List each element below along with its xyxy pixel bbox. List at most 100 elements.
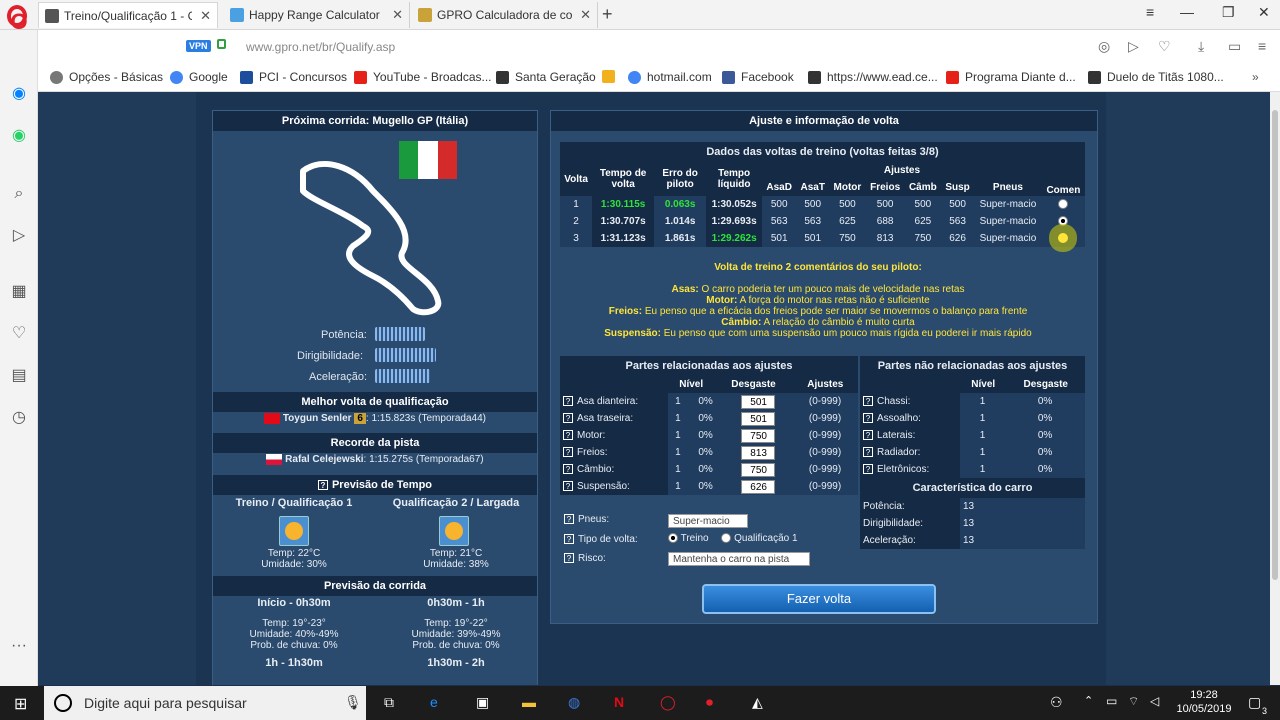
search-icon[interactable]: ⌕ bbox=[9, 184, 29, 204]
task-view-icon[interactable]: ⧉ bbox=[384, 694, 394, 711]
send-icon[interactable]: ▷ bbox=[1128, 38, 1139, 55]
help-icon[interactable]: ? bbox=[563, 481, 573, 491]
part-level: 1 bbox=[675, 481, 681, 492]
windows-start-icon[interactable]: ⊞ bbox=[14, 694, 27, 714]
netflix-icon[interactable]: N bbox=[614, 694, 624, 710]
bookmark-item[interactable]: Duelo de Titãs 1080... bbox=[1088, 70, 1224, 84]
lap-susp: 626 bbox=[949, 233, 966, 244]
bookmark-item[interactable]: Santa Geração bbox=[496, 70, 596, 84]
help-app-icon[interactable]: ◍ bbox=[568, 694, 580, 711]
window-close-icon[interactable]: ✕ bbox=[1258, 4, 1270, 21]
messenger-icon[interactable]: ◉ bbox=[9, 84, 29, 104]
part-setting-input[interactable]: 813 bbox=[740, 445, 775, 460]
record-icon[interactable]: ⏺ bbox=[706, 694, 713, 711]
more-icon[interactable]: ··· bbox=[9, 636, 29, 656]
bookmark-item[interactable]: hotmail.com bbox=[628, 70, 712, 84]
help-icon[interactable]: ? bbox=[564, 514, 574, 524]
bookmark-item[interactable] bbox=[602, 70, 621, 83]
help-icon[interactable]: ? bbox=[317, 480, 328, 490]
close-icon[interactable]: ✕ bbox=[200, 8, 211, 24]
edge-icon[interactable]: e bbox=[430, 694, 438, 710]
tab-title: GPRO Calculadora de confi bbox=[437, 8, 573, 22]
vpn-badge[interactable]: VPN bbox=[186, 40, 211, 52]
send-icon[interactable]: ▷ bbox=[9, 226, 29, 246]
tab-gpro-calc[interactable]: GPRO Calculadora de confi ✕ bbox=[412, 2, 598, 28]
close-icon[interactable]: ✕ bbox=[580, 7, 591, 23]
comment-radio[interactable] bbox=[1058, 199, 1069, 210]
battery-icon[interactable]: ▭ bbox=[1228, 38, 1241, 55]
help-icon[interactable]: ? bbox=[564, 553, 574, 563]
help-icon[interactable]: ? bbox=[563, 430, 573, 440]
laps-table-wrap: Dados das voltas de treino (voltas feita… bbox=[560, 142, 1085, 247]
heart-icon[interactable]: ♡ bbox=[9, 324, 29, 344]
bookmark-item[interactable]: Opções - Básicas bbox=[50, 70, 163, 84]
app-icon[interactable]: ◭ bbox=[752, 694, 763, 711]
tab-menu-icon[interactable]: ≡ bbox=[1146, 4, 1154, 20]
menu-icon[interactable]: ≡ bbox=[1258, 38, 1266, 54]
tab-treino[interactable]: Treino/Qualificação 1 - Gra ✕ bbox=[38, 2, 218, 28]
new-tab-icon[interactable]: + bbox=[602, 4, 613, 25]
bookmark-item[interactable]: Programa Diante d... bbox=[946, 70, 1076, 84]
clock[interactable]: 19:28 10/05/2019 bbox=[1172, 688, 1236, 716]
bookmark-item[interactable]: Google bbox=[170, 70, 228, 84]
close-icon[interactable]: ✕ bbox=[392, 7, 403, 23]
help-icon[interactable]: ? bbox=[563, 396, 573, 406]
help-icon[interactable]: ? bbox=[863, 396, 873, 406]
people-icon[interactable]: ⚇ bbox=[1050, 694, 1063, 711]
taskbar-search[interactable]: Digite aqui para pesquisar bbox=[44, 686, 366, 720]
tipo-treino-radio[interactable] bbox=[668, 533, 678, 544]
comment-radio-hover[interactable] bbox=[1058, 233, 1069, 244]
help-icon[interactable]: ? bbox=[863, 430, 873, 440]
maximize-icon[interactable]: ❐ bbox=[1222, 4, 1235, 21]
bookmark-item[interactable]: https://www.ead.ce... bbox=[808, 70, 938, 84]
part-setting-input[interactable]: 626 bbox=[740, 479, 775, 494]
help-icon[interactable]: ? bbox=[863, 447, 873, 457]
microphone-icon[interactable]: 🎙 bbox=[344, 694, 362, 711]
help-icon[interactable]: ? bbox=[863, 413, 873, 423]
scrollbar-thumb[interactable] bbox=[1272, 110, 1278, 580]
pneus-select[interactable]: Super-macio bbox=[668, 514, 748, 528]
best-lap-driver[interactable]: Toygun Senler bbox=[283, 413, 352, 424]
apps-icon[interactable]: ▦ bbox=[9, 282, 29, 302]
help-icon[interactable]: ? bbox=[563, 413, 573, 423]
comment-radio-selected[interactable] bbox=[1058, 216, 1069, 227]
fazer-volta-button[interactable]: Fazer volta bbox=[702, 584, 936, 614]
record-driver[interactable]: Rafal Celejewski bbox=[285, 454, 363, 465]
minimize-icon[interactable]: — bbox=[1180, 4, 1194, 20]
history-icon[interactable]: ◷ bbox=[9, 408, 29, 428]
part-setting-input[interactable]: 501 bbox=[740, 394, 775, 409]
url-field[interactable]: www.gpro.net/br/Qualify.asp bbox=[246, 40, 395, 54]
notifications-icon[interactable]: ▢ bbox=[1248, 694, 1261, 711]
whatsapp-icon[interactable]: ◉ bbox=[9, 126, 29, 146]
bookmarks-overflow-icon[interactable]: » bbox=[1252, 70, 1259, 84]
tipo-qualif-radio[interactable] bbox=[721, 533, 732, 544]
part-setting-input[interactable]: 750 bbox=[740, 462, 775, 477]
part-setting-input[interactable]: 750 bbox=[740, 428, 775, 443]
tray-chevron-icon[interactable]: ⌃ bbox=[1084, 694, 1093, 707]
help-icon[interactable]: ? bbox=[863, 464, 873, 474]
heart-icon[interactable]: ♡ bbox=[1158, 38, 1171, 55]
bookmark-item[interactable]: YouTube - Broadcas... bbox=[354, 70, 492, 84]
bookmark-item[interactable]: Facebook bbox=[722, 70, 794, 84]
network-icon[interactable]: ⌔ bbox=[1128, 694, 1139, 709]
help-icon[interactable]: ? bbox=[563, 447, 573, 457]
best-lap-time: 1:15.823s bbox=[371, 413, 416, 425]
risco-select[interactable]: Mantenha o carro na pista bbox=[668, 552, 810, 566]
camera-icon[interactable]: ◎ bbox=[1098, 38, 1110, 55]
folder-icon[interactable]: ▬ bbox=[522, 694, 536, 710]
battery-tray-icon[interactable]: ▭ bbox=[1106, 694, 1117, 708]
download-icon[interactable]: ⤓ bbox=[1198, 38, 1204, 55]
part-setting-input[interactable]: 501 bbox=[740, 411, 775, 426]
opera-logo-icon[interactable]: O bbox=[9, 11, 29, 33]
volume-icon[interactable]: ◁ bbox=[1150, 694, 1159, 708]
cortana-icon bbox=[54, 694, 72, 712]
tab-happy-range[interactable]: Happy Range Calculator | G ✕ bbox=[224, 2, 410, 28]
opera-taskbar-icon[interactable]: ◯ bbox=[660, 694, 676, 711]
lap-camb: 625 bbox=[914, 216, 932, 227]
news-icon[interactable]: ▤ bbox=[9, 366, 29, 386]
part-row: ? Freios: 1 0% 813 (0-999) bbox=[560, 444, 858, 461]
help-icon[interactable]: ? bbox=[563, 464, 573, 474]
store-icon[interactable]: ▣ bbox=[476, 694, 489, 711]
help-icon[interactable]: ? bbox=[564, 534, 574, 544]
bookmark-item[interactable]: PCI - Concursos bbox=[240, 70, 347, 84]
